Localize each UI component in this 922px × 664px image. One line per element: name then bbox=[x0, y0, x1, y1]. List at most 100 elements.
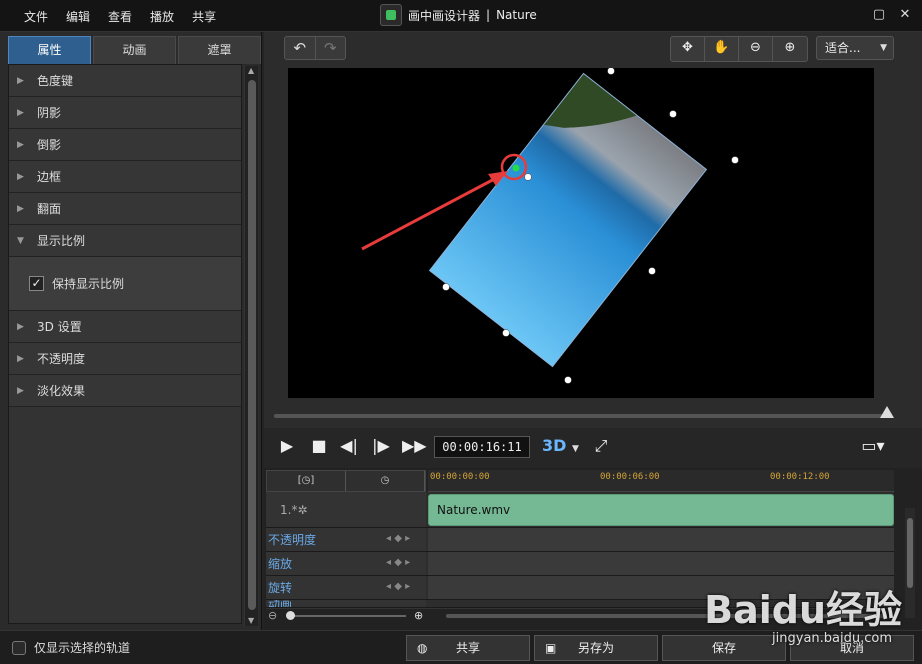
menu-view[interactable]: 查看 bbox=[108, 8, 132, 25]
menu-bar: 文件 编辑 查看 播放 共享 bbox=[24, 8, 234, 25]
zoom-out-timeline-icon[interactable]: ⊖ bbox=[268, 609, 277, 622]
clock-icon[interactable]: ◷ bbox=[346, 471, 425, 491]
ruler-label: 00:00:00:00 bbox=[430, 472, 490, 482]
expand-arrow-icon: ▶ bbox=[17, 171, 24, 182]
property-opacity[interactable]: ▶ 不透明度 bbox=[9, 343, 241, 375]
expand-arrow-icon: ▶ bbox=[17, 353, 24, 364]
expand-arrow-icon: ▶ bbox=[17, 321, 24, 332]
undo-icon[interactable]: ↶ bbox=[285, 37, 315, 59]
next-frame-icon[interactable]: |▶ bbox=[370, 436, 392, 455]
baidu-watermark-url: jingyan.baidu.com bbox=[772, 631, 892, 646]
show-selected-checkbox[interactable] bbox=[12, 640, 26, 655]
scrollbar-thumb[interactable] bbox=[248, 80, 256, 610]
fast-forward-icon[interactable]: ▶▶ bbox=[402, 436, 427, 455]
scroll-up-icon[interactable]: ▲ bbox=[248, 66, 256, 76]
ruler-label: 00:00:06:00 bbox=[600, 472, 660, 482]
3d-label: 3D bbox=[542, 436, 567, 455]
zoom-in-icon[interactable]: ⊕ bbox=[773, 37, 807, 61]
menu-edit[interactable]: 编辑 bbox=[66, 8, 90, 25]
property-label: 不透明度 bbox=[37, 352, 86, 366]
keyframe-nav-icon[interactable]: ◂ ◆ ▸ bbox=[386, 557, 410, 568]
fit-timeline-icon[interactable]: [◷] bbox=[267, 471, 346, 491]
property-shadow[interactable]: ▶ 阴影 bbox=[9, 97, 241, 129]
slider-thumb[interactable] bbox=[880, 406, 894, 418]
handle-top[interactable] bbox=[607, 68, 615, 75]
handle-bottom-left[interactable] bbox=[502, 329, 510, 337]
preview-svg bbox=[361, 68, 739, 384]
handle-top-right[interactable] bbox=[669, 110, 677, 118]
property-3d-settings[interactable]: ▶ 3D 设置 bbox=[9, 311, 241, 343]
show-selected-label: 仅显示选择的轨道 bbox=[34, 641, 131, 655]
anchor-point[interactable] bbox=[512, 164, 520, 172]
zoom-in-timeline-icon[interactable]: ⊕ bbox=[414, 609, 423, 622]
tab-animation[interactable]: 动画 bbox=[93, 36, 176, 64]
dropdown-arrow-icon[interactable]: ▼ bbox=[572, 444, 579, 454]
expand-arrow-icon: ▶ bbox=[17, 107, 24, 118]
show-selected-tracks-option[interactable]: 仅显示选择的轨道 bbox=[12, 639, 130, 656]
globe-icon: ◍ bbox=[417, 641, 428, 655]
property-label: 倒影 bbox=[37, 138, 62, 152]
redo-icon[interactable]: ↷ bbox=[314, 37, 346, 59]
tab-mask[interactable]: 遮罩 bbox=[178, 36, 261, 64]
property-label: 边框 bbox=[37, 170, 62, 184]
keyframe-lane[interactable] bbox=[428, 552, 894, 575]
preview-slider[interactable] bbox=[274, 406, 894, 418]
menu-file[interactable]: 文件 bbox=[24, 8, 48, 25]
tab-properties[interactable]: 属性 bbox=[8, 36, 91, 64]
keyframe-lane[interactable] bbox=[428, 528, 894, 551]
hand-icon[interactable]: ✋ bbox=[705, 37, 739, 61]
property-label: 显示比例 bbox=[37, 234, 86, 248]
property-label: 翻面 bbox=[37, 202, 62, 216]
move-icon[interactable]: ✥ bbox=[671, 37, 705, 61]
video-frame[interactable] bbox=[428, 72, 708, 368]
property-reflection[interactable]: ▶ 倒影 bbox=[9, 129, 241, 161]
save-button[interactable]: 保存 bbox=[662, 635, 786, 661]
menu-share[interactable]: 共享 bbox=[192, 8, 216, 25]
time-ruler[interactable]: 00:00:00:00 00:00:06:00 00:00:12:00 bbox=[428, 470, 894, 492]
preview-toolbar: ↶ ↷ ✥ ✋ ⊖ ⊕ 适合... bbox=[264, 32, 922, 62]
keyframe-nav-icon[interactable]: ◂ ◆ ▸ bbox=[386, 581, 410, 592]
disk-icon: ▣ bbox=[545, 641, 557, 655]
zoom-track[interactable] bbox=[286, 615, 406, 617]
display-mode-icon[interactable]: ▭▾ bbox=[856, 436, 890, 455]
handle-left[interactable] bbox=[442, 283, 450, 291]
preview-canvas[interactable] bbox=[288, 68, 874, 398]
aspect-ratio-options: ✓ 保持显示比例 bbox=[9, 257, 241, 311]
timeline-vscroll[interactable] bbox=[905, 508, 915, 618]
restore-icon[interactable]: ▢ bbox=[872, 8, 886, 22]
3d-mode-button[interactable]: 3D ▼ bbox=[542, 436, 579, 455]
handle-top-left[interactable] bbox=[524, 173, 532, 181]
property-fade[interactable]: ▶ 淡化效果 bbox=[9, 375, 241, 407]
property-flip[interactable]: ▶ 翻面 bbox=[9, 193, 241, 225]
undo-redo-group: ↶ ↷ bbox=[284, 36, 346, 60]
panel-tabs: 属性 动画 遮罩 bbox=[8, 36, 261, 64]
left-panel: 属性 动画 遮罩 ▶ 色度键 ▶ 阴影 ▶ 倒影 ▶ 边框 ▶ 翻面 ▼ 显示比例 ✓ 保持… bbox=[0, 32, 262, 630]
tool-group: ✥ ✋ ⊖ ⊕ bbox=[670, 36, 808, 62]
handle-right[interactable] bbox=[731, 156, 739, 164]
keyframe-nav-icon[interactable]: ◂ ◆ ▸ bbox=[386, 533, 410, 544]
property-border[interactable]: ▶ 边框 bbox=[9, 161, 241, 193]
property-scrollbar[interactable]: ▲ ▼ bbox=[244, 66, 258, 626]
handle-bottom[interactable] bbox=[564, 376, 572, 384]
property-chroma-key[interactable]: ▶ 色度键 bbox=[9, 65, 241, 97]
zoom-out-icon[interactable]: ⊖ bbox=[739, 37, 773, 61]
stop-icon[interactable]: ■ bbox=[308, 436, 330, 455]
app-name: 画中画设计器 bbox=[408, 8, 481, 23]
play-icon[interactable]: ▶ bbox=[276, 436, 298, 455]
scroll-down-icon[interactable]: ▼ bbox=[248, 616, 256, 626]
vscroll-thumb[interactable] bbox=[907, 518, 913, 588]
keep-ratio-checkbox[interactable]: ✓ bbox=[29, 276, 44, 291]
property-aspect-ratio[interactable]: ▼ 显示比例 bbox=[9, 225, 241, 257]
prev-frame-icon[interactable]: ◀| bbox=[338, 436, 360, 455]
video-clip[interactable]: Nature.wmv bbox=[428, 494, 894, 526]
fullscreen-icon[interactable]: ⤢ bbox=[590, 436, 612, 456]
preview-area: ↶ ↷ ✥ ✋ ⊖ ⊕ 适合... bbox=[264, 32, 922, 464]
track-label: 1. *✲ bbox=[266, 492, 426, 527]
menu-play[interactable]: 播放 bbox=[150, 8, 174, 25]
handle-bottom-right[interactable] bbox=[648, 267, 656, 275]
zoom-thumb[interactable] bbox=[286, 611, 295, 620]
save-as-button[interactable]: ▣ 另存为 bbox=[534, 635, 658, 661]
close-icon[interactable]: ✕ bbox=[898, 8, 912, 22]
share-button[interactable]: ◍ 共享 bbox=[406, 635, 530, 661]
fit-dropdown[interactable]: 适合... bbox=[816, 36, 894, 60]
